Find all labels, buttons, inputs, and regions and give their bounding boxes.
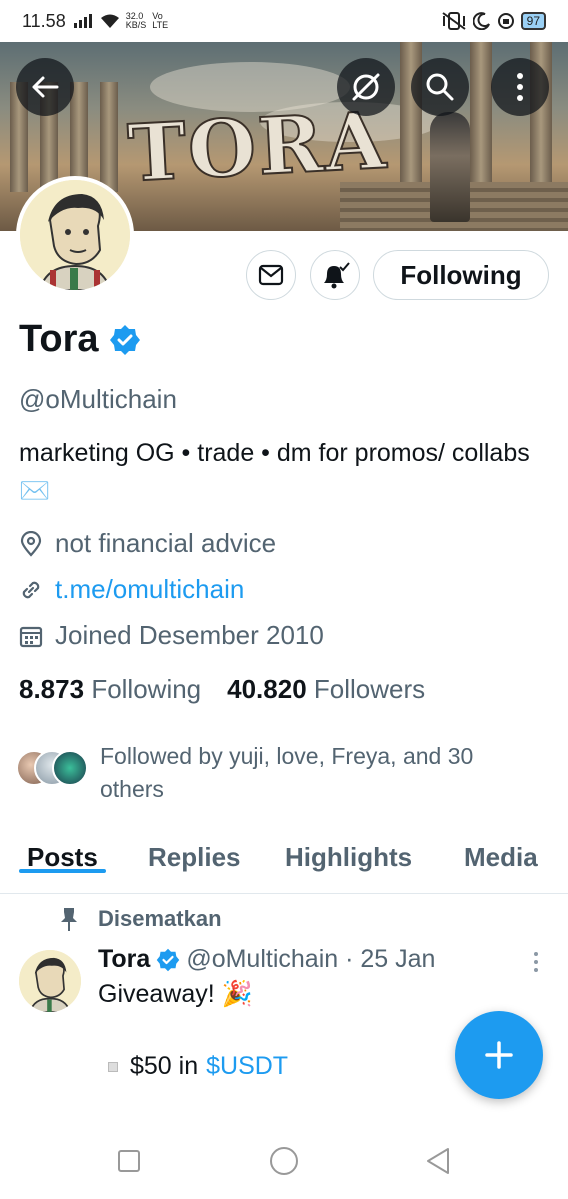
more-options-button[interactable] (491, 58, 549, 116)
home-icon[interactable] (269, 1146, 299, 1176)
back-nav-icon[interactable] (425, 1147, 451, 1175)
calendar-icon (19, 626, 43, 647)
followers-stat[interactable]: 40.820 Followers (227, 674, 425, 705)
tab-posts[interactable]: Posts (19, 830, 106, 873)
follower-avatars (16, 750, 92, 788)
post-text-line2: $50 in $USDT (108, 1052, 288, 1081)
grok-button[interactable] (337, 58, 395, 116)
signal-icon (73, 14, 92, 28)
network-type: Vo LTE (152, 11, 169, 30)
search-button[interactable] (411, 58, 469, 116)
post-cashtag[interactable]: $USDT (206, 1052, 288, 1081)
profile-tabs: Posts Replies Highlights Media (0, 830, 568, 894)
profile-link-row: t.me/omultichain (19, 574, 244, 605)
profile-name-row: Tora (19, 318, 141, 361)
followed-by-text: Followed by yuji, love, Freya, and 30 ot… (100, 743, 474, 802)
pinned-label: Disematkan (98, 906, 222, 931)
profile-stats: 8.873 Following 40.820 Followers (19, 674, 425, 705)
status-right: 97 (441, 12, 546, 30)
banner-figure (430, 112, 470, 222)
tab-posts-label: Posts (27, 842, 98, 872)
verified-badge-icon[interactable] (109, 324, 141, 356)
status-bar: 11.58 32.0 KB/S Vo LTE 97 (0, 0, 568, 42)
followers-label: Followers (313, 674, 426, 704)
profile-avatar[interactable] (16, 176, 134, 294)
battery-indicator: 97 (520, 12, 546, 30)
pinned-indicator: Disematkan (60, 906, 222, 932)
bell-check-icon (324, 262, 350, 289)
notifications-button[interactable] (310, 250, 360, 300)
pin-icon (61, 908, 77, 931)
system-navigation-bar (0, 1124, 568, 1199)
banner-column (470, 42, 492, 192)
post-more-icon[interactable] (528, 950, 544, 974)
active-tab-indicator (19, 869, 106, 873)
net-speed: 32.0 KB/S (125, 11, 147, 30)
tab-media-label: Media (464, 842, 538, 872)
post-author-name[interactable]: Tora (98, 945, 150, 974)
profile-location: not financial advice (55, 528, 277, 558)
link-icon (22, 581, 40, 598)
bullet-icon (108, 1061, 118, 1072)
post-header: Tora @oMultichain · 25 Jan (98, 945, 435, 974)
arrow-left-icon (32, 76, 59, 98)
post-author-avatar[interactable] (19, 950, 81, 1012)
followers-count: 40.820 (227, 674, 307, 704)
following-label: Following (91, 674, 202, 704)
following-button[interactable]: Following (373, 250, 549, 300)
followed-by-row[interactable]: Followed by yuji, love, Freya, and 30 ot… (16, 740, 520, 806)
message-button[interactable] (246, 250, 296, 300)
verified-badge-icon (157, 948, 180, 971)
profile-location-row: not financial advice (19, 528, 276, 559)
post-text: Giveaway! 🎉 (98, 980, 253, 1008)
following-count: 8.873 (19, 674, 85, 704)
profile-name: Tora (19, 318, 99, 360)
envelope-icon (258, 264, 284, 286)
wifi-icon (100, 14, 119, 28)
data-saver-icon (497, 13, 514, 29)
profile-joined: Joined Desember 2010 (55, 620, 324, 650)
search-icon (426, 73, 454, 101)
post-handle-date: @oMultichain · 25 Jan (186, 945, 436, 973)
follower-avatar (52, 750, 88, 786)
grok-icon (352, 73, 380, 101)
avatar-illustration (19, 950, 81, 1012)
avatar-illustration (20, 180, 130, 290)
profile-bio: marketing OG • trade • dm for promos/ co… (19, 439, 530, 505)
status-time: 11.58 (22, 10, 66, 31)
post-line2-prefix: $50 in (130, 1052, 199, 1080)
profile-joined-row: Joined Desember 2010 (19, 620, 324, 651)
tab-replies[interactable]: Replies (148, 830, 241, 873)
moon-icon (472, 12, 490, 30)
tab-media[interactable]: Media (464, 830, 538, 873)
compose-post-button[interactable] (455, 1011, 543, 1099)
tab-replies-label: Replies (148, 842, 241, 872)
mute-vibrate-icon (442, 12, 466, 30)
recents-icon[interactable] (117, 1149, 141, 1173)
location-pin-icon (20, 530, 42, 557)
banner-column (400, 42, 422, 192)
more-vertical-icon (517, 73, 523, 101)
tab-highlights-label: Highlights (285, 842, 413, 872)
following-stat[interactable]: 8.873 Following (19, 674, 201, 705)
profile-handle: @oMultichain (19, 384, 177, 414)
plus-icon (485, 1041, 513, 1069)
banner-column (100, 82, 118, 192)
profile-link[interactable]: t.me/omultichain (55, 574, 244, 605)
back-button[interactable] (16, 58, 74, 116)
tab-highlights[interactable]: Highlights (285, 830, 412, 873)
